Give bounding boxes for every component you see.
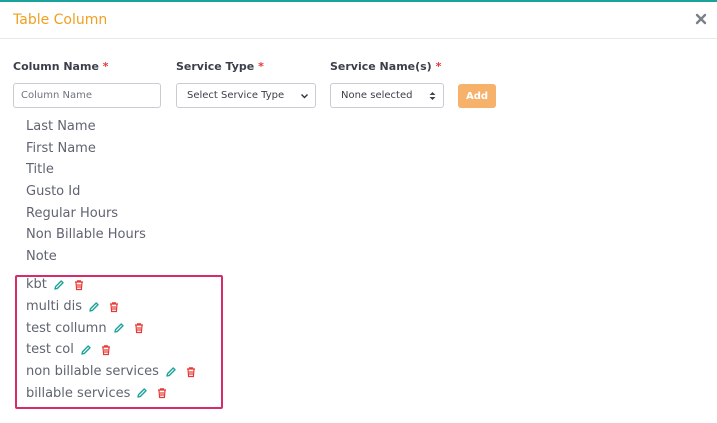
- custom-column-label: test col: [26, 342, 74, 358]
- list-item: Gusto Id: [26, 184, 81, 200]
- column-name-input[interactable]: [13, 83, 161, 108]
- list-item: Last Name: [26, 119, 96, 134]
- pencil-icon[interactable]: [165, 366, 177, 378]
- custom-column-item: kbt: [26, 274, 197, 296]
- custom-column-item: test col: [26, 339, 197, 361]
- required-marker: *: [102, 60, 109, 73]
- service-names-select[interactable]: None selected: [330, 83, 444, 108]
- pencil-icon[interactable]: [136, 387, 148, 399]
- chevron-down-icon: [301, 94, 308, 99]
- service-type-select[interactable]: Select Service Type: [176, 83, 316, 108]
- up-down-arrows-icon: [429, 92, 436, 100]
- custom-column-item: billable services: [26, 382, 197, 404]
- service-names-label-text: Service Name(s): [330, 60, 432, 73]
- custom-column-list: kbt multi dis test collumn test col non …: [26, 274, 197, 404]
- list-item: Non Billable Hours: [26, 227, 146, 243]
- required-marker: *: [258, 60, 264, 73]
- service-names-selected: None selected: [341, 90, 413, 101]
- custom-column-label: kbt: [26, 277, 47, 293]
- custom-column-item: non billable services: [26, 361, 197, 383]
- trash-icon[interactable]: [73, 279, 85, 291]
- custom-column-item: multi dis: [26, 296, 197, 318]
- add-button[interactable]: Add: [458, 84, 496, 108]
- close-icon[interactable]: [694, 12, 708, 26]
- pencil-icon[interactable]: [80, 344, 92, 356]
- custom-column-label: billable services: [26, 385, 131, 401]
- service-type-label-text: Service Type: [176, 60, 255, 73]
- list-item: First Name: [26, 140, 96, 156]
- pencil-icon[interactable]: [88, 301, 100, 313]
- trash-icon[interactable]: [100, 344, 112, 356]
- custom-column-label: non billable services: [26, 364, 159, 380]
- dialog-header: Table Column: [0, 4, 717, 39]
- trash-icon[interactable]: [156, 387, 168, 399]
- custom-column-label: multi dis: [26, 299, 82, 315]
- custom-column-item: test collumn: [26, 317, 197, 339]
- required-marker: *: [435, 60, 442, 73]
- trash-icon[interactable]: [133, 322, 145, 334]
- column-name-label-text: Column Name: [13, 60, 99, 73]
- custom-column-label: test collumn: [26, 320, 107, 336]
- pencil-icon[interactable]: [53, 279, 65, 291]
- table-column-dialog: Table Column Column Name * Service Type …: [0, 0, 717, 423]
- pencil-icon[interactable]: [113, 322, 125, 334]
- list-item: Title: [26, 162, 54, 178]
- list-item: Regular Hours: [26, 205, 119, 221]
- service-names-label: Service Name(s) *: [330, 60, 441, 73]
- dialog-title: Table Column: [13, 12, 108, 28]
- trash-icon[interactable]: [108, 301, 120, 313]
- column-name-label: Column Name *: [13, 60, 109, 73]
- service-type-selected: Select Service Type: [187, 90, 285, 101]
- list-item: Note: [26, 249, 57, 265]
- service-type-label: Service Type *: [176, 60, 264, 73]
- trash-icon[interactable]: [185, 366, 197, 378]
- column-list: Last Name First Name Title Gusto Id Regu…: [26, 116, 146, 268]
